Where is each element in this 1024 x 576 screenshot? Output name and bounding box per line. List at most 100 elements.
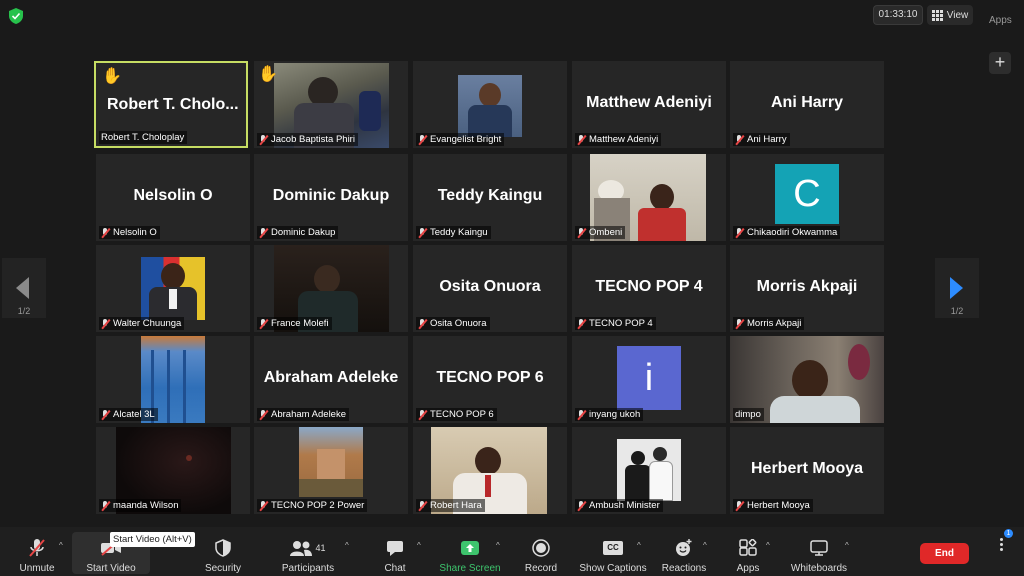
participants-options-caret[interactable]: ^ [345,541,349,550]
apps-icon [739,539,757,556]
shield-security-icon [215,539,231,557]
next-page-button[interactable]: 1/2 [935,258,979,318]
security-label: Security [204,563,242,574]
unmute-button[interactable]: Unmute [16,538,58,574]
participant-label-text: Ani Harry [747,134,787,145]
participant-label: Matthew Adeniyi [575,133,662,146]
participant-label: Ombeni [575,226,626,239]
reactions-button[interactable]: Reactions [660,538,708,574]
more-options-icon[interactable] [996,536,1006,556]
start-video-tooltip: Start Video (Alt+V) [110,532,195,547]
avatar: i [617,346,681,410]
participant-tile[interactable]: Abraham Adeleke Abraham Adeleke [254,336,408,423]
mic-off-icon [418,318,427,329]
participant-tile[interactable]: Herbert Mooya Herbert Mooya [730,427,884,514]
participant-label: Osita Onuora [416,317,490,330]
security-button[interactable]: Security [202,538,244,574]
whiteboard-icon [810,540,828,556]
participant-video [458,75,522,137]
mic-off-icon [101,500,110,511]
participant-label-text: TECNO POP 2 Power [271,500,365,511]
participant-tile[interactable]: Alcatel 3L [96,336,250,423]
apps-options-caret[interactable]: ^ [766,541,770,550]
participant-label: Morris Akpaji [733,317,805,330]
participant-label: Robert Hara [416,499,485,512]
apps-top-label[interactable]: Apps [989,15,1012,26]
grid-icon [931,9,943,21]
whiteboards-options-caret[interactable]: ^ [845,541,849,550]
view-label: View [946,9,969,21]
participant-label: TECNO POP 6 [416,408,497,421]
participant-label-text: dimpo [735,409,761,420]
apps-button[interactable]: Apps [732,538,764,574]
participant-tile[interactable]: Teddy Kaingu Teddy Kaingu [413,154,567,241]
reactions-icon [676,539,692,556]
mic-off-icon [418,409,427,420]
plus-icon[interactable]: + [989,52,1011,74]
apps-label: Apps [736,563,760,574]
participant-tile[interactable]: dimpo [730,336,884,423]
participant-tile[interactable]: TECNO POP 6 TECNO POP 6 [413,336,567,423]
chat-options-caret[interactable]: ^ [417,541,421,550]
mic-off-icon [101,227,110,238]
participant-tile[interactable]: TECNO POP 4 TECNO POP 4 [572,245,726,332]
participant-label: Abraham Adeleke [257,408,349,421]
participant-label-text: maanda Wilson [113,500,179,511]
view-button[interactable]: View [927,5,973,25]
participant-tile[interactable]: Osita Onuora Osita Onuora [413,245,567,332]
reactions-options-caret[interactable]: ^ [703,541,707,550]
participant-tile[interactable]: TECNO POP 2 Power [254,427,408,514]
participant-tile[interactable]: France Molefi [254,245,408,332]
raised-hand-icon: ✋ [258,66,278,83]
participant-label: TECNO POP 2 Power [257,499,368,512]
participant-label: maanda Wilson [99,499,182,512]
participant-name-large: TECNO POP 4 [595,278,703,295]
participant-label-text: Jacob Baptista Phiri [271,134,355,145]
end-meeting-button[interactable]: End [920,543,969,564]
mic-off-icon [735,227,744,238]
record-button[interactable]: Record [522,538,560,574]
participant-tile[interactable]: Nelsolin O Nelsolin O [96,154,250,241]
captions-options-caret[interactable]: ^ [637,541,641,550]
participant-label: Teddy Kaingu [416,226,491,239]
reactions-label: Reactions [661,563,707,574]
participant-tile[interactable]: Robert Hara [413,427,567,514]
participant-tile[interactable]: ✋ Robert T. Cholo... Robert T. Choloplay [94,61,248,148]
participant-label-text: Teddy Kaingu [430,227,488,238]
mic-off-icon [259,227,268,238]
participant-label: Alcatel 3L [99,408,158,421]
share-screen-button[interactable]: Share Screen [438,538,502,574]
participants-button[interactable]: 41 Participants [278,538,338,574]
participant-tile[interactable]: C Chikaodiri Okwamma [730,154,884,241]
participants-icon [290,541,313,556]
participant-label-text: inyang ukoh [589,409,641,420]
participant-tile[interactable]: Ambush Minister [572,427,726,514]
participant-tile[interactable]: i inyang ukoh [572,336,726,423]
mic-off-icon [418,500,427,511]
participant-name-large: Nelsolin O [133,187,213,204]
participant-label-text: Osita Onuora [430,318,487,329]
participant-label: inyang ukoh [575,408,644,421]
share-screen-label: Share Screen [439,563,501,574]
participant-tile[interactable]: Ombeni [572,154,726,241]
mic-off-icon [577,318,586,329]
participant-tile[interactable]: Morris Akpaji Morris Akpaji [730,245,884,332]
participant-tile[interactable]: ✋ Jacob Baptista Phiri [254,61,408,148]
participant-tile[interactable]: Ani Harry Ani Harry [730,61,884,148]
shield-icon[interactable] [9,8,23,24]
unmute-options-caret[interactable]: ^ [59,541,63,550]
participant-label-text: Abraham Adeleke [271,409,346,420]
arrow-right-icon [950,277,963,299]
participant-tile[interactable]: Evangelist Bright [413,61,567,148]
participant-tile[interactable]: Matthew Adeniyi Matthew Adeniyi [572,61,726,148]
participant-tile[interactable]: maanda Wilson [96,427,250,514]
participant-tile[interactable]: Walter Chuunga [96,245,250,332]
participant-label-text: Morris Akpaji [747,318,802,329]
participant-video [141,257,205,320]
prev-page-button[interactable]: 1/2 [2,258,46,318]
whiteboards-button[interactable]: Whiteboards [788,538,850,574]
chat-button[interactable]: Chat [378,538,412,574]
participant-tile[interactable]: Dominic Dakup Dominic Dakup [254,154,408,241]
participant-name-large: Morris Akpaji [756,278,858,295]
share-options-caret[interactable]: ^ [496,541,500,550]
